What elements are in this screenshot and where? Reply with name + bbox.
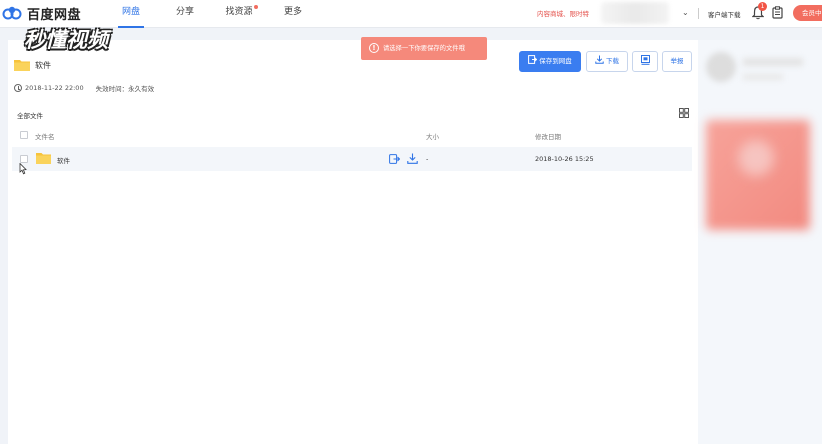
breadcrumb[interactable]: 全部文件 bbox=[17, 110, 43, 120]
table-row[interactable]: 软件 - 2018-10-26 15:25 bbox=[12, 147, 692, 171]
expire-time: 失效时间：永久有效 bbox=[95, 85, 155, 93]
promo-link[interactable]: 内容商城、限时特 bbox=[537, 8, 589, 18]
created-time: 2018-11-22 22:00 bbox=[25, 84, 84, 92]
download-button[interactable]: 下载 bbox=[586, 51, 628, 72]
file-list-header: 文件名 大小 修改日期 bbox=[12, 125, 692, 145]
top-nav-bar: 百度网盘 网盘 分享 找资源 更多 内容商城、限时特 ⌄ 客户端下载 1 会员中 bbox=[0, 0, 822, 28]
save-share-icon[interactable] bbox=[389, 154, 400, 164]
nav-label: 分享 bbox=[175, 7, 194, 17]
clipboard-icon[interactable] bbox=[772, 6, 783, 19]
qr-code-button[interactable] bbox=[632, 51, 658, 72]
nav-label: 找资源 bbox=[225, 7, 253, 17]
warning-icon: ! bbox=[369, 43, 379, 53]
nav-label: 更多 bbox=[283, 7, 302, 17]
nav-label: 网盘 bbox=[121, 7, 140, 17]
column-header-size[interactable]: 大小 bbox=[426, 131, 439, 141]
share-page-panel bbox=[8, 40, 698, 444]
divider bbox=[698, 8, 699, 19]
folder-icon bbox=[14, 60, 30, 71]
file-date: 2018-10-26 15:25 bbox=[535, 155, 594, 163]
report-button[interactable]: 举报 bbox=[662, 51, 692, 72]
row-checkbox[interactable] bbox=[20, 155, 28, 163]
warning-toast: ! 请选择一下你要保存的文件哦 bbox=[361, 37, 487, 60]
qr-code-icon bbox=[640, 55, 650, 65]
save-icon bbox=[528, 55, 538, 64]
app-logo[interactable]: 百度网盘 bbox=[2, 4, 82, 23]
nav-item-find-resources[interactable]: 找资源 bbox=[212, 0, 266, 28]
main-nav: 网盘 分享 找资源 更多 bbox=[104, 0, 320, 28]
clock-icon bbox=[14, 84, 22, 92]
download-button-label: 下载 bbox=[606, 57, 620, 65]
file-size: - bbox=[426, 155, 429, 163]
blurred-text bbox=[743, 74, 783, 80]
logo-text: 百度网盘 bbox=[27, 7, 82, 23]
share-meta: 2018-11-22 22:00 失效时间：永久有效 bbox=[14, 83, 154, 93]
download-icon bbox=[595, 55, 604, 64]
column-header-date[interactable]: 修改日期 bbox=[535, 131, 561, 141]
select-all-checkbox[interactable] bbox=[20, 131, 28, 139]
column-header-name[interactable]: 文件名 bbox=[35, 131, 55, 141]
save-button-label: 保存到网盘 bbox=[539, 57, 572, 65]
file-name[interactable]: 软件 bbox=[57, 155, 70, 165]
save-to-netdisk-button[interactable]: 保存到网盘 bbox=[519, 51, 581, 72]
grid-view-icon[interactable] bbox=[679, 108, 689, 118]
notification-badge: 1 bbox=[758, 2, 767, 11]
video-watermark: 秒懂视频 bbox=[24, 28, 108, 52]
mouse-cursor-icon bbox=[19, 163, 27, 175]
blurred-promo-graphic bbox=[738, 140, 774, 176]
cloud-logo-icon bbox=[2, 6, 22, 20]
member-center-button[interactable]: 会员中 bbox=[793, 5, 822, 21]
page-title: 软件 bbox=[35, 60, 51, 70]
share-title: 软件 bbox=[14, 58, 51, 72]
nav-item-netdisk[interactable]: 网盘 bbox=[104, 0, 158, 28]
client-download-link[interactable]: 客户端下载 bbox=[708, 9, 741, 19]
toast-message: 请选择一下你要保存的文件哦 bbox=[383, 45, 465, 52]
download-icon[interactable] bbox=[407, 153, 418, 164]
nav-item-share[interactable]: 分享 bbox=[158, 0, 212, 28]
nav-item-more[interactable]: 更多 bbox=[266, 0, 320, 28]
side-panel-blurred bbox=[698, 40, 822, 444]
user-info-blurred[interactable] bbox=[601, 2, 669, 24]
folder-icon bbox=[36, 153, 51, 164]
new-dot-badge bbox=[254, 5, 258, 9]
blurred-text bbox=[743, 58, 803, 66]
blurred-avatar bbox=[706, 52, 736, 82]
chevron-down-icon[interactable]: ⌄ bbox=[682, 8, 689, 17]
